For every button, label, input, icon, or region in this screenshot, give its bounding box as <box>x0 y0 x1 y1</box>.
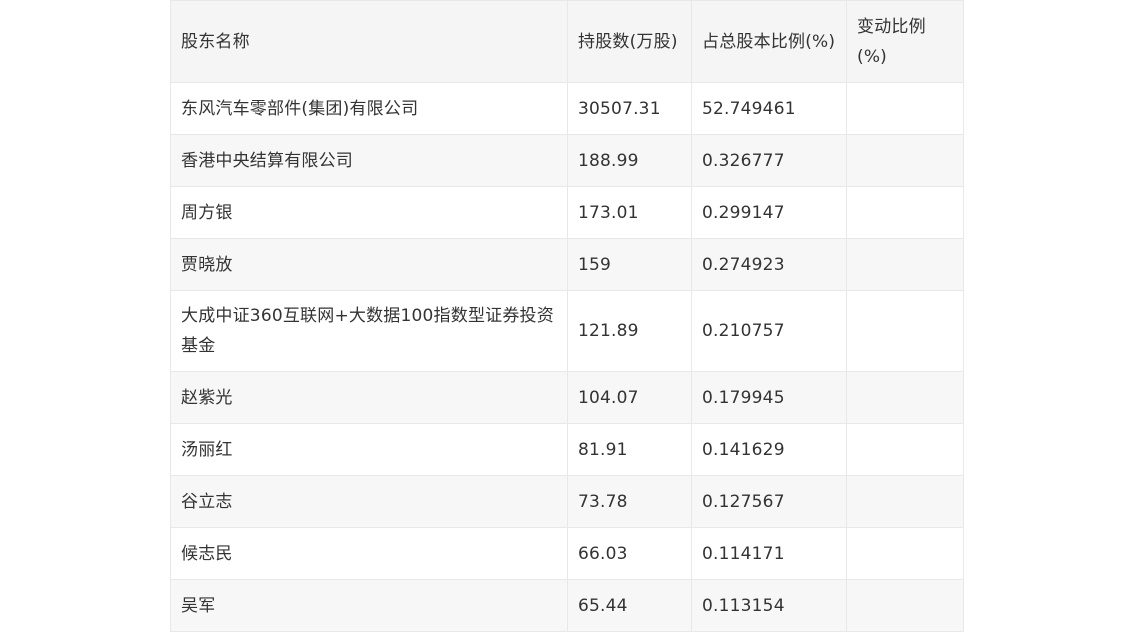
cell-shares: 66.03 <box>567 527 692 580</box>
cell-shares: 73.78 <box>567 475 692 528</box>
shareholders-table: 股东名称 持股数(万股) 占总股本比例(%) 变动比例(%) 东风汽车零部件(集… <box>170 0 964 632</box>
cell-ratio: 0.141629 <box>691 423 847 476</box>
cell-name: 周方银 <box>170 186 568 239</box>
cell-ratio: 0.326777 <box>691 134 847 187</box>
cell-ratio: 0.127567 <box>691 475 847 528</box>
cell-name: 汤丽红 <box>170 423 568 476</box>
table-row: 香港中央结算有限公司 188.99 0.326777 <box>170 134 964 187</box>
cell-name: 吴军 <box>170 579 568 632</box>
cell-name: 谷立志 <box>170 475 568 528</box>
cell-shares: 65.44 <box>567 579 692 632</box>
cell-change <box>846 238 964 291</box>
table-row: 吴军 65.44 0.113154 <box>170 579 964 632</box>
table-body: 东风汽车零部件(集团)有限公司 30507.31 52.749461 香港中央结… <box>170 82 964 632</box>
cell-shares: 173.01 <box>567 186 692 239</box>
cell-change <box>846 527 964 580</box>
cell-name: 候志民 <box>170 527 568 580</box>
header-shareholder-name: 股东名称 <box>170 0 568 83</box>
cell-shares: 121.89 <box>567 290 692 372</box>
cell-shares: 188.99 <box>567 134 692 187</box>
header-ratio: 占总股本比例(%) <box>691 0 847 83</box>
shareholders-table-container: 股东名称 持股数(万股) 占总股本比例(%) 变动比例(%) 东风汽车零部件(集… <box>170 0 964 632</box>
cell-change <box>846 82 964 135</box>
cell-change <box>846 475 964 528</box>
cell-shares: 104.07 <box>567 371 692 424</box>
header-shares: 持股数(万股) <box>567 0 692 83</box>
cell-shares: 159 <box>567 238 692 291</box>
cell-ratio: 0.299147 <box>691 186 847 239</box>
cell-change <box>846 134 964 187</box>
cell-change <box>846 371 964 424</box>
cell-shares: 30507.31 <box>567 82 692 135</box>
header-change: 变动比例(%) <box>846 0 964 83</box>
table-row: 候志民 66.03 0.114171 <box>170 527 964 580</box>
cell-change <box>846 579 964 632</box>
table-row: 周方银 173.01 0.299147 <box>170 186 964 239</box>
table-row: 谷立志 73.78 0.127567 <box>170 475 964 528</box>
cell-name: 赵紫光 <box>170 371 568 424</box>
cell-name: 东风汽车零部件(集团)有限公司 <box>170 82 568 135</box>
table-row: 东风汽车零部件(集团)有限公司 30507.31 52.749461 <box>170 82 964 135</box>
table-row: 大成中证360互联网+大数据100指数型证券投资基金 121.89 0.2107… <box>170 290 964 372</box>
cell-name: 香港中央结算有限公司 <box>170 134 568 187</box>
table-header: 股东名称 持股数(万股) 占总股本比例(%) 变动比例(%) <box>170 0 964 83</box>
cell-change <box>846 186 964 239</box>
cell-ratio: 0.179945 <box>691 371 847 424</box>
cell-name: 贾晓放 <box>170 238 568 291</box>
header-row: 股东名称 持股数(万股) 占总股本比例(%) 变动比例(%) <box>170 0 964 83</box>
cell-ratio: 0.114171 <box>691 527 847 580</box>
cell-ratio: 0.113154 <box>691 579 847 632</box>
cell-change <box>846 290 964 372</box>
cell-ratio: 52.749461 <box>691 82 847 135</box>
table-row: 汤丽红 81.91 0.141629 <box>170 423 964 476</box>
cell-change <box>846 423 964 476</box>
table-row: 贾晓放 159 0.274923 <box>170 238 964 291</box>
cell-shares: 81.91 <box>567 423 692 476</box>
cell-name: 大成中证360互联网+大数据100指数型证券投资基金 <box>170 290 568 372</box>
table-row: 赵紫光 104.07 0.179945 <box>170 371 964 424</box>
cell-ratio: 0.274923 <box>691 238 847 291</box>
cell-ratio: 0.210757 <box>691 290 847 372</box>
